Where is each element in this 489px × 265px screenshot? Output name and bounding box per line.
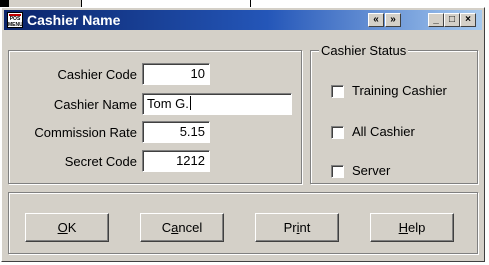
all-cashier-checkbox[interactable] (331, 126, 344, 139)
cashier-code-field[interactable]: 10 (142, 63, 210, 85)
cashier-status-title: Cashier Status (319, 43, 409, 58)
close-button[interactable]: × (460, 13, 476, 27)
cashier-name-label: Cashier Name (53, 97, 137, 112)
training-cashier-label[interactable]: Training Cashier (352, 83, 447, 98)
cashier-code-label: Cashier Code (57, 67, 138, 82)
print-label-pre: Pr (283, 220, 297, 235)
action-buttons-group: OK Cancel Print Help (8, 192, 478, 254)
title-bar[interactable]: POS MENU Cashier Name « » _ □ × (4, 10, 482, 30)
ok-label-post: K (67, 220, 77, 235)
server-label[interactable]: Server (352, 163, 390, 178)
commission-rate-field[interactable]: 5.15 (142, 121, 210, 143)
background-strip-window (9, 0, 81, 7)
commission-rate-label: Commission Rate (34, 125, 137, 140)
cancel-label-post: ncel (178, 220, 203, 235)
ok-button[interactable]: OK (25, 213, 109, 242)
background-strip-divider (81, 0, 82, 7)
cashier-status-group: Cashier Status Training Cashier All Cash… (310, 43, 478, 184)
cancel-label-pre: C (161, 220, 172, 235)
all-cashier-label[interactable]: All Cashier (352, 124, 415, 139)
window-title: Cashier Name (27, 12, 121, 28)
training-cashier-checkbox[interactable] (331, 85, 344, 98)
cashier-name-field[interactable]: Tom G. (142, 93, 292, 115)
background-strip-divider (250, 0, 251, 7)
previous-record-button[interactable]: « (368, 13, 384, 27)
server-checkbox[interactable] (331, 165, 344, 178)
text-caret (189, 96, 191, 110)
print-label-post: nt (299, 220, 311, 235)
secret-code-field[interactable]: 1212 (142, 150, 210, 172)
secret-code-label: Secret Code (64, 154, 137, 169)
cancel-button[interactable]: Cancel (140, 213, 224, 242)
next-record-button[interactable]: » (385, 13, 401, 27)
help-button[interactable]: Help (370, 213, 454, 242)
print-button[interactable]: Print (255, 213, 339, 242)
cashier-name-value: Tom G. (147, 96, 189, 111)
help-mnemonic: H (398, 220, 409, 235)
pos-app-icon[interactable]: POS MENU (7, 12, 23, 28)
background-strip-edge (0, 0, 9, 7)
background-strip (0, 0, 489, 7)
maximize-button[interactable]: □ (444, 13, 460, 27)
cashier-name-dialog: POS MENU Cashier Name « » _ □ × Cashier C… (1, 7, 485, 262)
cashier-details-group: Cashier Code 10 Cashier Name Tom G. Comm… (8, 50, 302, 184)
ok-mnemonic: O (57, 220, 68, 235)
minimize-button[interactable]: _ (428, 13, 444, 27)
help-label-post: elp (408, 220, 426, 235)
